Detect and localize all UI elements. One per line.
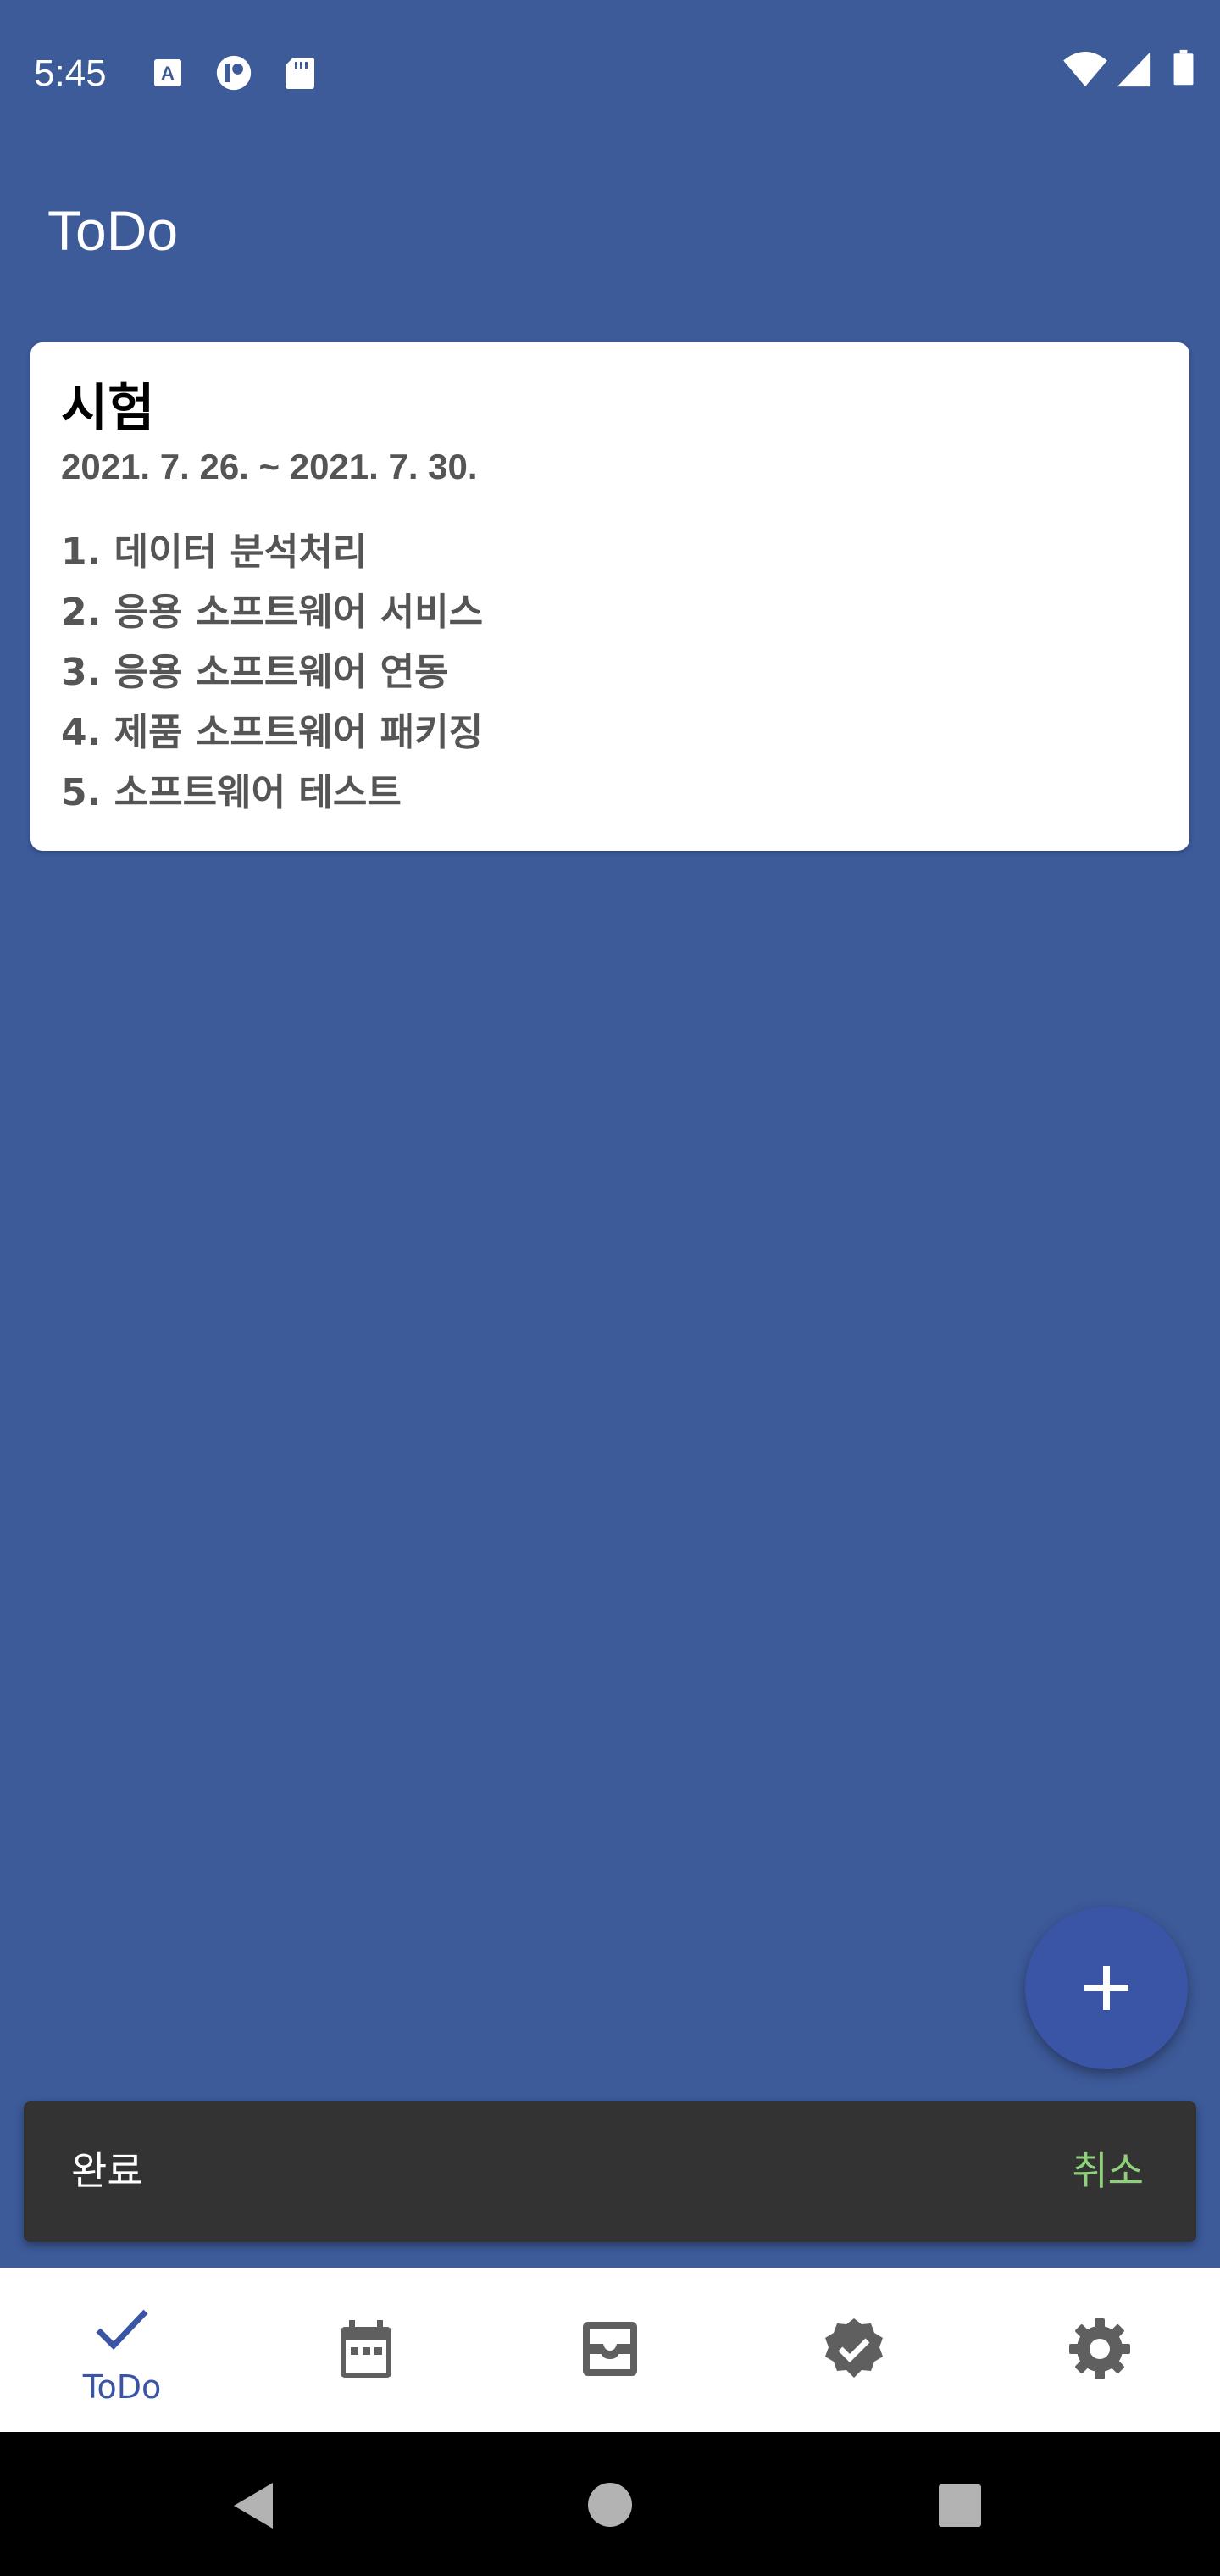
wifi-icon (1063, 51, 1107, 87)
svg-text:A: A (161, 63, 175, 84)
card-title: 시험 (61, 379, 155, 438)
status-bar: 5:45 A (0, 0, 1220, 144)
bottom-navigation: ToDo (0, 2268, 1220, 2432)
inbox-icon (583, 2322, 637, 2376)
nav-item-settings[interactable] (976, 2268, 1220, 2432)
back-icon[interactable] (230, 2481, 276, 2530)
list-item: 5. 소프트웨어 테스트 (61, 771, 402, 814)
card-date-range: 2021. 7. 26. ~ 2021. 7. 30. (61, 447, 478, 486)
cell-signal-icon (1117, 52, 1151, 87)
battery-icon (1173, 49, 1194, 86)
nav-item-inbox[interactable] (488, 2268, 732, 2432)
check-icon (96, 2309, 148, 2351)
nav-item-todo[interactable]: ToDo (0, 2268, 244, 2432)
snackbar-message: 완료 (71, 2148, 143, 2194)
system-navigation-bar (0, 2432, 1220, 2576)
list-item: 1. 데이터 분석처리 (61, 530, 368, 574)
font-a-icon: A (154, 59, 181, 86)
media-icon (216, 55, 252, 91)
snackbar: 완료 취소 (24, 2101, 1196, 2242)
nav-label-todo: ToDo (82, 2368, 162, 2406)
card-item-list: 1. 데이터 분석처리 2. 응용 소프트웨어 서비스 3. 응용 소프트웨어 … (61, 522, 483, 823)
app-title: ToDo (47, 199, 179, 262)
nav-item-calendar[interactable] (244, 2268, 488, 2432)
recents-icon[interactable] (937, 2483, 983, 2529)
calendar-icon (341, 2320, 391, 2378)
plus-icon (1084, 1966, 1128, 2010)
list-item: 3. 응용 소프트웨어 연동 (61, 651, 449, 694)
todo-card[interactable]: 시험 2021. 7. 26. ~ 2021. 7. 30. 1. 데이터 분석… (30, 342, 1190, 851)
list-item: 2. 응용 소프트웨어 서비스 (61, 591, 484, 634)
status-time: 5:45 (34, 53, 107, 94)
verified-badge-icon (825, 2318, 883, 2378)
nav-item-completed[interactable] (732, 2268, 976, 2432)
home-icon[interactable] (586, 2481, 634, 2529)
list-item: 4. 제품 소프트웨어 패키징 (61, 711, 484, 754)
add-todo-button[interactable] (1025, 1907, 1188, 2069)
sd-card-icon (286, 58, 314, 89)
undo-button[interactable]: 취소 (1072, 2146, 1144, 2196)
gear-icon (1069, 2318, 1130, 2379)
